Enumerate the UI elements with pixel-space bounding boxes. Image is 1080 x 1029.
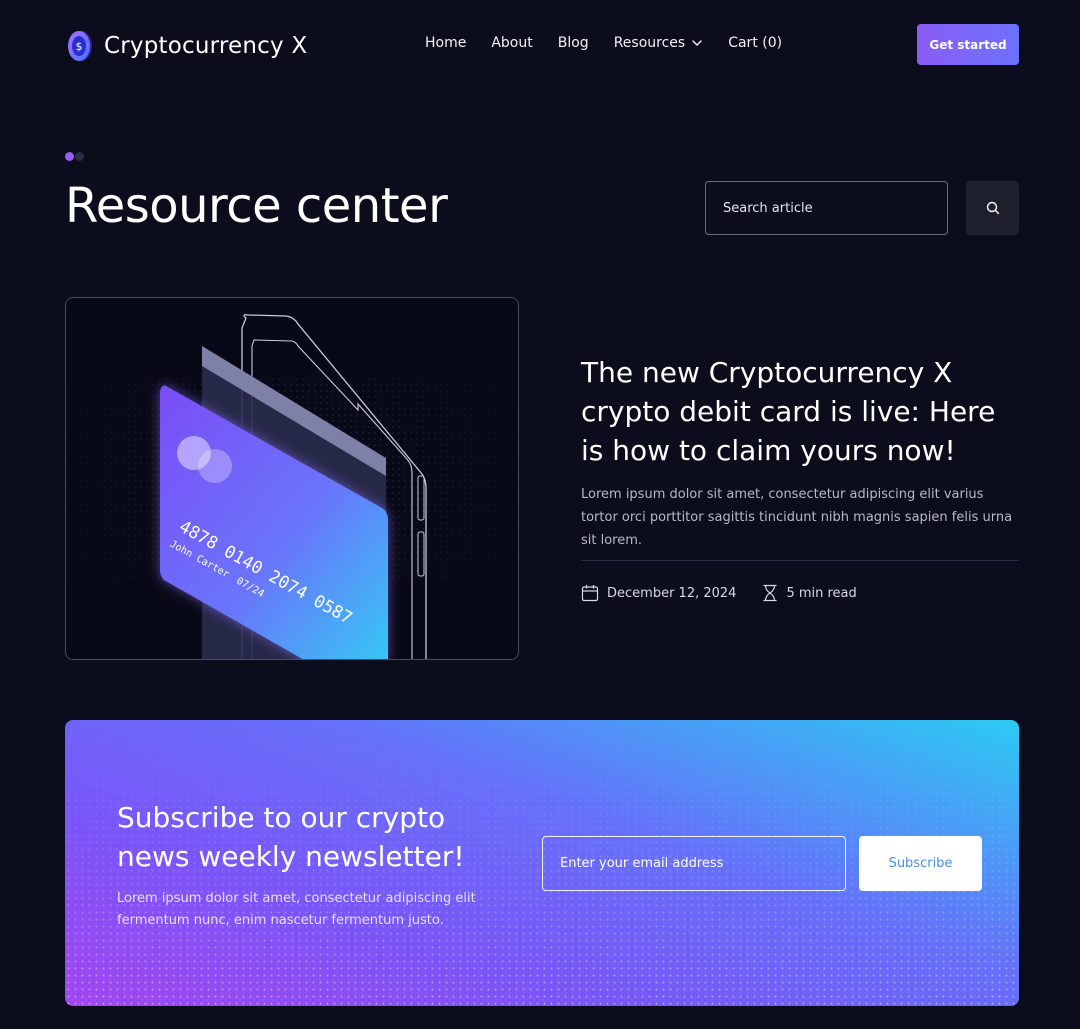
subscribe-button[interactable]: Subscribe [859, 836, 982, 891]
calendar-icon [581, 585, 599, 602]
hourglass-icon [763, 584, 778, 602]
main-menu: Home About Blog Resources Cart (0) [425, 35, 807, 51]
article-read-time: 5 min read [762, 584, 857, 602]
article-date-text: December 12, 2024 [607, 585, 737, 601]
search-icon [986, 201, 999, 215]
top-navigation: $ Cryptocurrency X Home About Blog Resou… [0, 0, 1080, 90]
newsletter-banner: Subscribe to our crypto news weekly news… [65, 720, 1019, 1006]
slider-dots [65, 152, 85, 161]
nav-home[interactable]: Home [425, 35, 466, 51]
featured-article-image[interactable]: 4878 0140 2074 0587 John Carter 07/24 [65, 297, 519, 660]
newsletter-description: Lorem ipsum dolor sit amet, consectetur … [117, 891, 476, 928]
search-input[interactable] [706, 182, 947, 234]
article-date: December 12, 2024 [581, 584, 736, 602]
featured-article-excerpt: Lorem ipsum dolor sit amet, consectetur … [581, 487, 1013, 548]
brand-name: Cryptocurrency X [104, 33, 308, 59]
nav-blog[interactable]: Blog [558, 35, 589, 51]
email-field [542, 836, 846, 891]
coin-dollar-icon: $ [68, 31, 92, 61]
nav-about[interactable]: About [491, 35, 532, 51]
debit-card-illustration: 4878 0140 2074 0587 John Carter 07/24 [66, 314, 518, 659]
page-title: Resource center [65, 178, 448, 234]
search-field [705, 181, 948, 235]
nav-resources[interactable]: Resources [614, 35, 704, 51]
slider-dot[interactable] [75, 152, 84, 161]
article-read-time-text: 5 min read [786, 585, 857, 601]
article-meta: December 12, 2024 5 min read [581, 584, 883, 602]
slider-dot-active[interactable] [65, 152, 74, 161]
svg-text:$: $ [76, 40, 83, 53]
divider [581, 560, 1019, 561]
newsletter-title: Subscribe to our crypto news weekly news… [117, 801, 465, 873]
nav-resources-label: Resources [613, 35, 686, 51]
search-button[interactable] [966, 181, 1019, 235]
brand-logo[interactable]: $ Cryptocurrency X [65, 29, 307, 63]
get-started-button[interactable]: Get started [917, 24, 1019, 65]
featured-article-title[interactable]: The new Cryptocurrency X crypto debit ca… [581, 353, 1021, 470]
chevron-down-icon [692, 40, 702, 46]
nav-cart[interactable]: Cart (0) [728, 35, 782, 51]
email-input[interactable] [543, 837, 845, 890]
